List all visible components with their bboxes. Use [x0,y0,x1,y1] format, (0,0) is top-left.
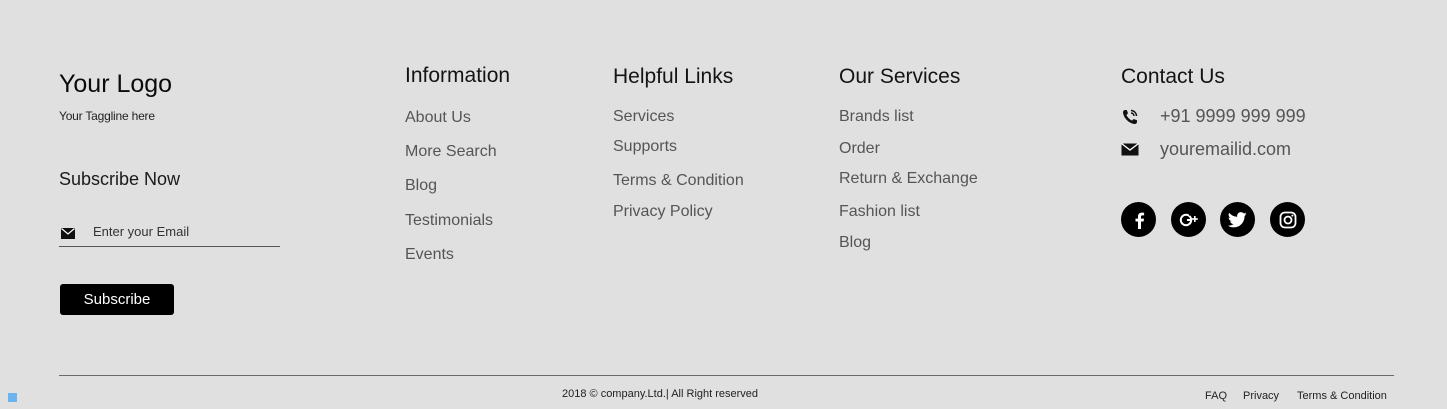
contact-phone-text: +91 9999 999 999 [1160,106,1306,126]
facebook-icon[interactable] [1121,202,1156,237]
envelope-icon [1121,141,1141,159]
instagram-icon[interactable] [1270,202,1305,237]
contact-email: youremailid.com [1121,139,1291,160]
twitter-icon[interactable] [1220,202,1255,237]
bottom-link-terms[interactable]: Terms & Condition [1297,390,1387,402]
bottom-link-faq[interactable]: FAQ [1205,390,1227,402]
helpful-links-heading: Helpful Links [613,65,734,88]
information-heading: Information [405,64,511,87]
bottom-link-privacy[interactable]: Privacy [1243,390,1279,402]
link-brands-list[interactable]: Brands list [839,108,914,126]
tagline: Your Taggline here [59,109,155,123]
email-input[interactable] [93,223,263,239]
link-testimonials[interactable]: Testimonials [405,212,493,230]
link-fashion-list[interactable]: Fashion list [839,203,920,221]
our-services-heading: Our Services [839,65,961,88]
link-return-exchange[interactable]: Return & Exchange [839,170,978,188]
copyright-text: 2018 © company.Ltd.| All Right reserved [562,388,759,400]
link-more-search[interactable]: More Search [405,143,497,161]
link-services[interactable]: Services [613,108,674,126]
link-supports[interactable]: Supports [613,138,677,156]
mail-icon [61,226,77,240]
link-blog[interactable]: Blog [405,177,437,195]
contact-email-text[interactable]: youremailid.com [1160,139,1291,160]
link-privacy-policy[interactable]: Privacy Policy [613,203,713,221]
link-about-us[interactable]: About Us [405,109,471,127]
link-order[interactable]: Order [839,140,880,158]
subscribe-button[interactable]: Subscribe [60,284,174,315]
footer-divider [59,375,1394,376]
link-terms-condition[interactable]: Terms & Condition [613,172,744,190]
corner-handle[interactable] [8,393,17,402]
contact-phone: +91 9999 999 999 [1121,106,1306,127]
link-services-blog[interactable]: Blog [839,234,871,252]
link-events[interactable]: Events [405,246,454,264]
subscribe-heading: Subscribe Now [59,169,181,189]
subscribe-email-field [59,216,280,247]
logo-text: Your Logo [59,70,173,98]
phone-icon [1121,108,1141,126]
google-plus-icon[interactable] [1171,202,1206,237]
contact-heading: Contact Us [1121,65,1225,88]
